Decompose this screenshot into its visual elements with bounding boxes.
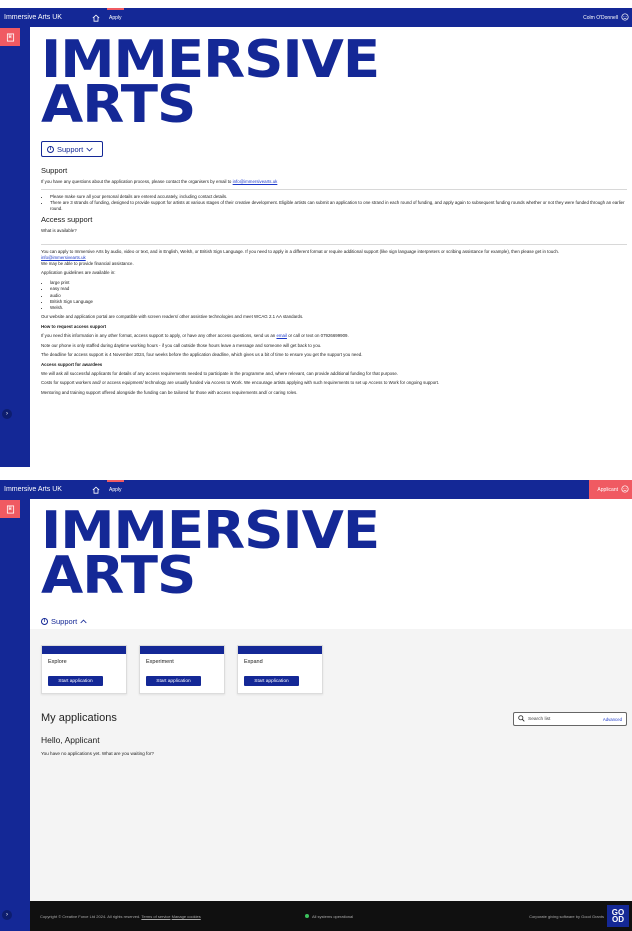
access-email-link[interactable]: info@immersivearts.uk <box>41 255 86 260</box>
expand-chevron-icon[interactable]: › <box>2 409 12 419</box>
book-icon[interactable] <box>0 28 20 46</box>
support-panel: Support If you have any questions about … <box>41 163 627 399</box>
brand-name[interactable]: Immersive Arts UK <box>0 486 85 493</box>
support-toggle-label: Support <box>57 144 84 154</box>
list-item: British Sign Language <box>50 299 627 305</box>
expand-chevron-icon[interactable]: › <box>2 910 12 920</box>
applicant-label: Applicant <box>597 486 618 493</box>
program-card-experiment: Experiment Start application <box>139 645 225 694</box>
good-grants-logo[interactable]: GO OD <box>607 905 629 927</box>
program-card-explore: Explore Start application <box>41 645 127 694</box>
greeting: Hello, Applicant <box>41 735 100 745</box>
scroll-fade <box>30 440 632 470</box>
format-list: large print easy read audio British Sign… <box>41 280 627 312</box>
list-item: Please make sure all your personal detai… <box>50 194 627 200</box>
program-name: Explore <box>48 659 67 665</box>
book-icon[interactable] <box>0 500 20 518</box>
side-rail: › <box>0 27 30 467</box>
support-toggle-label: Support <box>51 616 78 626</box>
list-item: easy read <box>50 286 627 292</box>
wcag-text: Our website and application portal are c… <box>41 314 304 320</box>
how-to-request-title: How to request access support <box>41 323 107 329</box>
organisers-email-link[interactable]: info@immersivearts.uk <box>233 179 278 184</box>
awardees-text-2: Costs for support workers and/ or access… <box>41 380 440 386</box>
terms-link[interactable]: Terms of service <box>141 914 170 919</box>
immersive-arts-logo: IMMERSIVE ARTS <box>41 30 380 135</box>
search-placeholder: Search list <box>528 716 551 722</box>
support-bullets: Please make sure all your personal detai… <box>41 194 627 212</box>
how-to-request-text: If you need this information in any othe… <box>41 333 349 339</box>
awardees-text-3: Mentoring and training support offered a… <box>41 389 298 395</box>
user-avatar-icon <box>621 12 629 23</box>
info-icon: i <box>41 617 48 625</box>
start-application-button[interactable]: Start application <box>244 676 299 686</box>
search-input[interactable]: Search list Advanced <box>513 712 627 726</box>
brand-name[interactable]: Immersive Arts UK <box>0 14 85 21</box>
info-icon: i <box>47 145 54 153</box>
applicant-menu[interactable]: Applicant <box>589 480 632 499</box>
start-application-button[interactable]: Start application <box>146 676 201 686</box>
user-avatar-icon <box>621 484 629 495</box>
nav-apply[interactable]: Apply <box>107 480 124 499</box>
deadline-text: The deadline for access support is 4 Nov… <box>41 352 363 358</box>
awardees-text-1: We will ask all successful applicants fo… <box>41 371 398 376</box>
list-item: There are 3 strands of funding, designed… <box>50 200 627 212</box>
email-link[interactable]: email <box>276 333 287 338</box>
empty-state-text: You have no applications yet. What are y… <box>41 751 154 756</box>
support-title: Support <box>41 166 68 175</box>
program-name: Experiment <box>146 659 174 665</box>
home-icon[interactable] <box>85 14 107 22</box>
access-support-title: Access support <box>41 214 93 224</box>
start-application-button[interactable]: Start application <box>48 676 103 686</box>
side-rail: › <box>0 499 30 931</box>
user-menu[interactable]: Colm O'Donnell <box>583 12 632 23</box>
footer: Copyright © Creative Force Ltd 2024. All… <box>30 901 632 931</box>
chevron-down-icon <box>86 145 93 154</box>
top-nav-bar: Immersive Arts UK Apply Applicant <box>0 480 632 499</box>
my-applications-title: My applications <box>41 712 117 724</box>
support-intro: If you have any questions about the appl… <box>41 179 278 185</box>
list-item: large print <box>50 280 627 286</box>
program-name: Expand <box>244 659 263 665</box>
search-icon <box>518 714 525 724</box>
divider <box>41 243 627 245</box>
copyright: Copyright © Creative Force Ltd 2024. All… <box>40 913 201 919</box>
divider <box>41 188 627 190</box>
support-toggle-button[interactable]: i Support <box>41 613 87 629</box>
apply-ways-text: You can apply to Immersive Arts by audio… <box>41 248 560 254</box>
corporate-credit[interactable]: Corporate giving software by Good Grants <box>515 914 607 919</box>
screen-divider <box>0 467 632 480</box>
advanced-search-link[interactable]: Advanced <box>603 717 622 722</box>
user-name: Colm O'Donnell <box>583 14 618 21</box>
phone-note: Note our phone is only staffed during da… <box>41 342 322 348</box>
cookies-link[interactable]: Manage cookies <box>172 914 201 919</box>
home-icon[interactable] <box>85 486 107 494</box>
status-dot-icon <box>305 914 309 918</box>
what-available-text: What is available? <box>41 228 77 233</box>
system-status: All systems operational <box>305 914 515 919</box>
nav-apply[interactable]: Apply <box>107 8 124 27</box>
program-card-expand: Expand Start application <box>237 645 323 694</box>
program-cards: Explore Start application Experiment Sta… <box>41 645 323 694</box>
top-nav-bar: Immersive Arts UK Apply Colm O'Donnell <box>0 8 632 27</box>
support-toggle-button[interactable]: i Support <box>41 141 103 157</box>
awardees-title: Access support for awardees <box>41 361 103 367</box>
guidelines-intro: Application guidelines are available in: <box>41 270 116 276</box>
immersive-arts-logo: IMMERSIVE ARTS <box>41 501 380 606</box>
list-item: audio <box>50 293 627 299</box>
financial-text: We may be able to provide financial assi… <box>41 260 134 266</box>
chevron-up-icon <box>80 617 87 626</box>
list-item: Welsh. <box>50 305 627 311</box>
